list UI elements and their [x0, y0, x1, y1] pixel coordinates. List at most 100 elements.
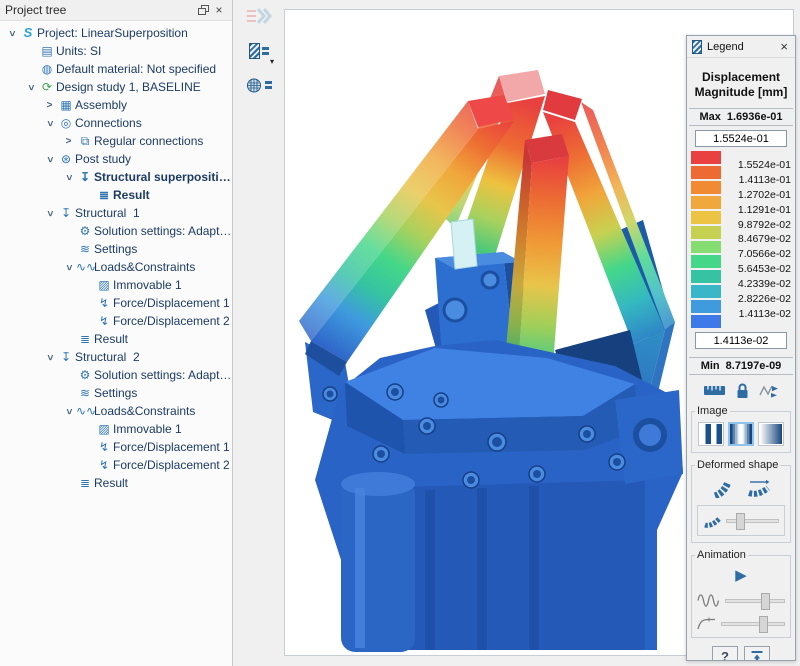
chevron-right-icon[interactable]: >	[42, 100, 57, 111]
tree-row[interactable]: ≣ Result	[0, 186, 232, 204]
tree-row[interactable]: ↯ Force/Displacement 1	[0, 438, 232, 456]
scale-value: 2.8226e-02	[737, 293, 791, 306]
result-stripes-icon	[249, 43, 260, 59]
deformed-scale-slider[interactable]	[726, 512, 779, 530]
gear-icon: ⚙	[79, 224, 91, 238]
legend-panel: Legend × Displacement Magnitude [mm] Max…	[686, 35, 796, 661]
max-label: Max	[699, 111, 721, 123]
waves-icon: ≋	[79, 386, 91, 400]
tree-item-label: Force/Displacement 2	[113, 458, 230, 472]
min-value: 8.7197e-09	[725, 360, 782, 372]
tree-item-label: Immovable 1	[113, 422, 182, 436]
chevron-down-icon[interactable]: >	[44, 152, 55, 167]
tree-row[interactable]: > ⊛ Post study	[0, 150, 232, 168]
tree-row[interactable]: > ∿∿ Loads&Constraints	[0, 258, 232, 276]
chevron-down-icon[interactable]: >	[63, 170, 74, 185]
tree-row[interactable]: > ◎ Connections	[0, 114, 232, 132]
dock-panel-button[interactable]	[744, 646, 770, 660]
image-style-smooth-button[interactable]	[758, 422, 784, 446]
deformed-shape-small-icon	[704, 517, 721, 528]
chevron-down-icon[interactable]: >	[44, 116, 55, 131]
result-stripes-icon	[692, 39, 702, 54]
waves-icon: ≋	[79, 242, 91, 256]
chevron-down-icon[interactable]: >	[6, 26, 17, 41]
scale-value: 9.8792e-02	[737, 218, 791, 231]
assembly-icon: ▦	[60, 98, 72, 112]
show-deformed-button[interactable]	[712, 478, 732, 498]
tree-row[interactable]: ≋ Settings	[0, 384, 232, 402]
scale-value: 1.4113e-01	[738, 173, 791, 186]
tree-row[interactable]: ≣ Result	[0, 330, 232, 348]
slider-handle[interactable]	[736, 512, 746, 530]
tree-item-label: Project: LinearSuperposition	[37, 26, 188, 40]
tree-row[interactable]: ▨ Immovable 1	[0, 276, 232, 294]
tree-row[interactable]: ⚙ Solution settings: Adapt f...	[0, 222, 232, 240]
tree-row[interactable]: ▨ Immovable 1	[0, 420, 232, 438]
structural-icon: ↧	[79, 170, 91, 184]
legend-titlebar[interactable]: Legend ×	[687, 36, 795, 58]
tree-row[interactable]: > ↧ Structural 1	[0, 204, 232, 222]
result-display-button[interactable]: ▾	[242, 38, 276, 66]
tree-row[interactable]: > ⧉ Regular connections	[0, 132, 232, 150]
measure-button[interactable]	[703, 384, 726, 397]
tree-row[interactable]: ⚙ Solution settings: Adapt f...	[0, 366, 232, 384]
sine-wave-icon	[697, 594, 720, 607]
tree-row[interactable]: ↯ Force/Displacement 2	[0, 456, 232, 474]
tree-row[interactable]: > S Project: LinearSuperposition	[0, 24, 232, 42]
lock-scale-button[interactable]	[735, 382, 750, 399]
slider-handle[interactable]	[760, 592, 770, 610]
tree-item-label: Structural 2	[75, 350, 140, 364]
close-panel-button[interactable]: ×	[211, 2, 227, 18]
help-button[interactable]: ?	[712, 646, 738, 660]
springs-icon: ∿∿	[76, 404, 97, 418]
tree-row[interactable]: ▤ Units: SI	[0, 42, 232, 60]
tree-row[interactable]: > ↧ Structural superposition 1	[0, 168, 232, 186]
play-animation-button[interactable]: ▶	[735, 566, 747, 584]
float-panel-button[interactable]	[195, 2, 211, 18]
min-value-box: Min 8.7197e-09	[689, 357, 793, 375]
tree-row[interactable]: ≣ Result	[0, 474, 232, 492]
tree-row[interactable]: > ▦ Assembly	[0, 96, 232, 114]
force-icon: ↯	[98, 458, 110, 472]
design-study-icon: ⟳	[41, 80, 53, 94]
tree-row[interactable]: > ∿∿ Loads&Constraints	[0, 402, 232, 420]
color-swatch	[691, 270, 721, 284]
deformed-scale-button[interactable]	[746, 478, 771, 498]
animation-amplitude-slider[interactable]	[725, 592, 785, 610]
chevron-down-icon[interactable]: >	[44, 206, 55, 221]
legend-close-button[interactable]: ×	[778, 39, 790, 54]
chevron-right-icon[interactable]: >	[61, 136, 76, 147]
scale-value: 1.5524e-01	[737, 159, 791, 171]
tree-item-label: Structural superposition 1	[94, 170, 232, 184]
tree-item-label: Loads&Constraints	[94, 260, 196, 274]
chevron-down-icon[interactable]: >	[63, 260, 74, 275]
legend-footer: ?	[687, 646, 795, 660]
global-result-button[interactable]	[242, 72, 276, 98]
image-group: Image	[691, 405, 791, 453]
chevron-down-icon[interactable]: >	[63, 404, 74, 419]
lower-bound-input[interactable]	[695, 332, 787, 349]
chevron-down-icon[interactable]: >	[25, 80, 36, 95]
deformed-shape-group: Deformed shape	[691, 459, 791, 543]
tree-row[interactable]: > ↧ Structural 2	[0, 348, 232, 366]
legend-dashes-icon	[262, 45, 269, 57]
image-style-banded-button[interactable]	[728, 422, 754, 446]
probe-button[interactable]	[758, 383, 780, 399]
superposition-compare-button[interactable]	[242, 4, 276, 30]
image-style-discrete-button[interactable]	[698, 422, 724, 446]
tree-row[interactable]: > ⟳ Design study 1, BASELINE	[0, 78, 232, 96]
tree-row[interactable]: ↯ Force/Displacement 2	[0, 312, 232, 330]
animation-speed-slider[interactable]	[721, 616, 785, 633]
tree-row[interactable]: ≋ Settings	[0, 240, 232, 258]
scale-value: 4.2339e-02	[737, 278, 791, 291]
upper-bound-input[interactable]	[695, 130, 787, 147]
globe-result-icon	[247, 78, 261, 92]
slider-handle[interactable]	[759, 616, 769, 633]
tree-item-label: Structural 1	[75, 206, 140, 220]
color-swatch	[691, 300, 721, 314]
tree-row[interactable]: ◍ Default material: Not specified	[0, 60, 232, 78]
deformed-scale-icon	[747, 479, 770, 497]
chevron-down-icon[interactable]: >	[44, 350, 55, 365]
legend-tools	[687, 382, 795, 399]
tree-row[interactable]: ↯ Force/Displacement 1	[0, 294, 232, 312]
